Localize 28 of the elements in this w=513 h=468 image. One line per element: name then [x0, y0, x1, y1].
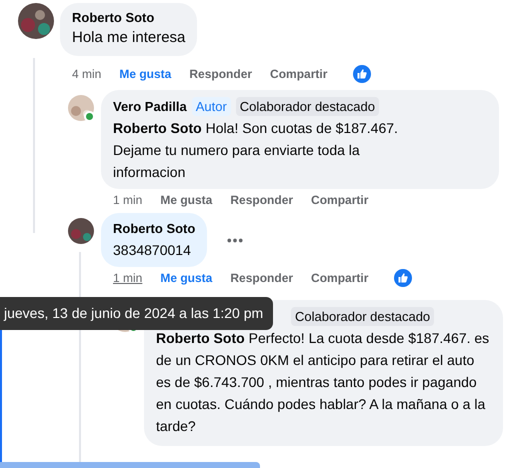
- author-tag: Autor: [192, 97, 231, 116]
- share-link[interactable]: Compartir: [311, 271, 368, 285]
- comment-time[interactable]: 1 min: [113, 193, 142, 207]
- like-icon[interactable]: [353, 65, 372, 83]
- comment-text: Roberto Soto Hola! Son cuotas de $187.467. Dejame tu numero para enviarte toda la informacion: [113, 119, 399, 182]
- avatar[interactable]: [68, 218, 94, 244]
- author-name[interactable]: Vero Padilla: [113, 98, 187, 116]
- like-link[interactable]: Me gusta: [160, 193, 212, 207]
- avatar[interactable]: [18, 3, 54, 39]
- contributor-badge: Colaborador destacado: [291, 307, 434, 326]
- more-icon[interactable]: [227, 238, 244, 242]
- comment-text: 3834870014: [113, 241, 192, 260]
- reply-link[interactable]: Responder: [189, 67, 252, 81]
- author-name[interactable]: Roberto Soto: [72, 9, 154, 27]
- share-link[interactable]: Compartir: [311, 193, 368, 207]
- like-link[interactable]: Me gusta: [160, 271, 212, 285]
- contributor-badge: Colaborador destacado: [236, 97, 379, 116]
- author-name[interactable]: Roberto Soto: [113, 220, 196, 238]
- date-tooltip: jueves, 13 de junio de 2024 a las 1:20 pm: [0, 297, 274, 330]
- reply-link[interactable]: Responder: [230, 271, 294, 285]
- comment-time[interactable]: 4 min: [72, 67, 102, 81]
- like-link[interactable]: Me gusta: [119, 67, 172, 81]
- reply-link[interactable]: Responder: [230, 193, 294, 207]
- comment-text: Hola me interesa: [72, 28, 186, 48]
- comment-text: Roberto Soto Perfecto! La cuota desde $187.467. es de un CRONOS 0KM el anticipo para retirar el auto es de $6.743.700 , mientras tanto podes ir pagando en cuotas. Cuándo podes hablar? A la mañana o a la tarde?: [156, 329, 490, 436]
- share-link[interactable]: Compartir: [270, 67, 328, 81]
- like-icon[interactable]: [394, 269, 412, 287]
- comment-time[interactable]: 1 min: [113, 271, 142, 285]
